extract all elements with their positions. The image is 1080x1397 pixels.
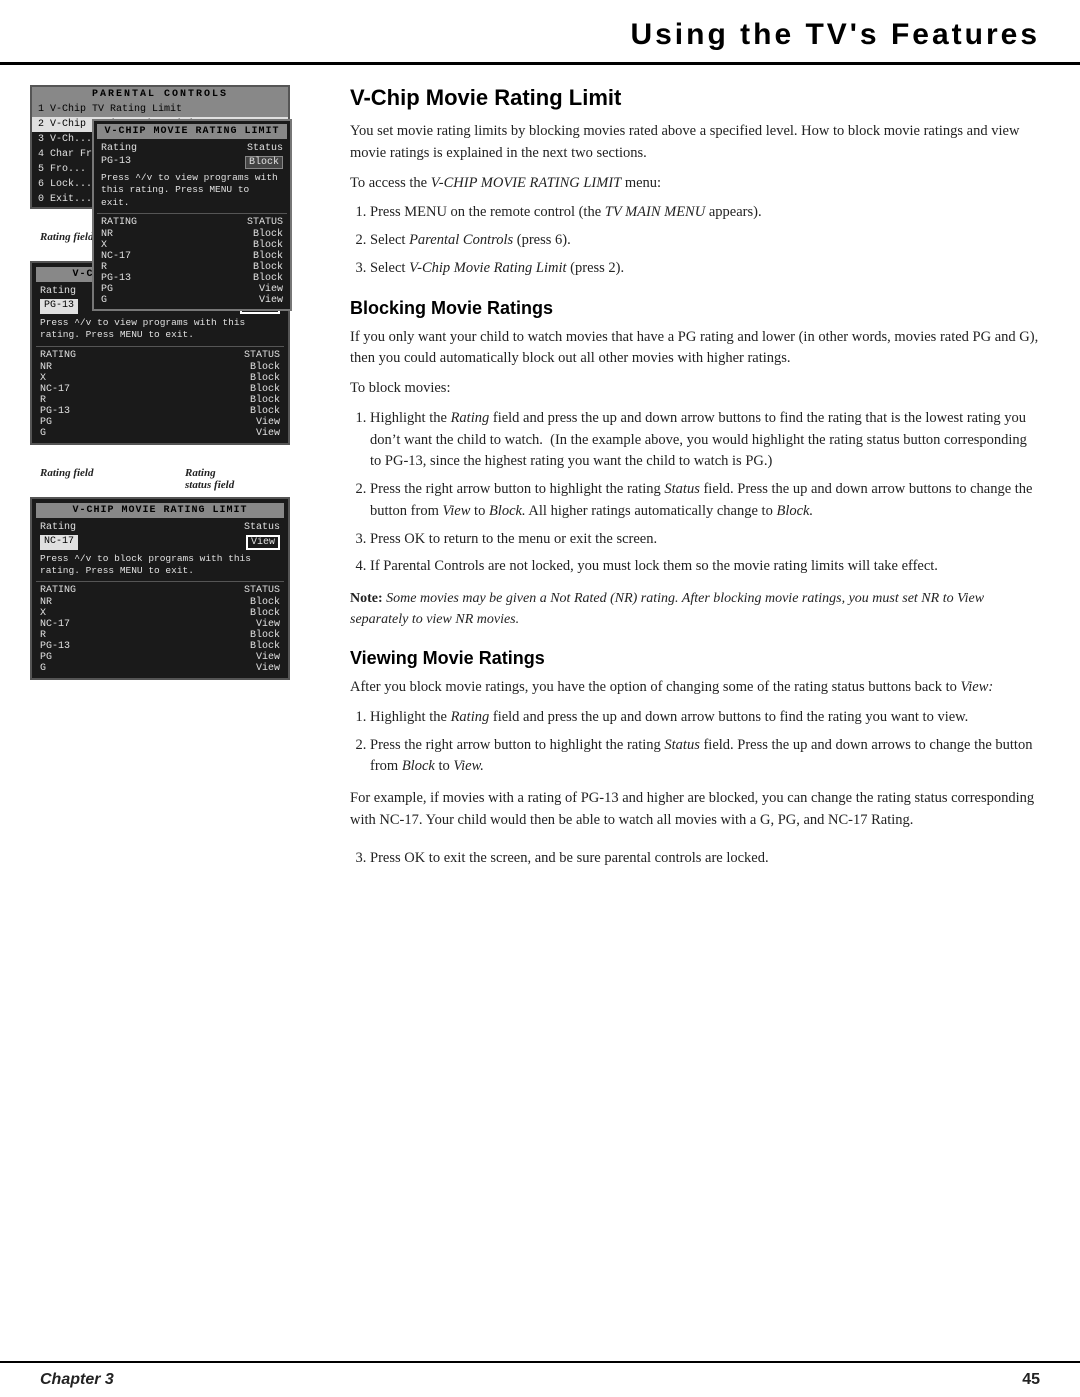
v-nr: NRBlock: [36, 597, 284, 608]
blocking-section-title: Blocking Movie Ratings: [350, 298, 1040, 319]
b-r: RBlock: [36, 395, 284, 406]
v-r: RBlock: [36, 630, 284, 641]
b-g: GView: [36, 428, 284, 439]
parental-menu-title: PARENTAL CONTROLS: [32, 87, 288, 102]
blocking-step-1: Highlight the Rating field and press the…: [370, 408, 1040, 473]
access-label: To access the V-CHIP MOVIE RATING LIMIT …: [350, 173, 1040, 195]
blocking-step-2: Press the right arrow button to highligh…: [370, 479, 1040, 523]
overlay-x: XBlock: [97, 240, 287, 251]
viewing-step-3: Press OK to exit the screen, and be sure…: [370, 848, 1040, 870]
viewing-example: For example, if movies with a rating of …: [350, 788, 1040, 832]
viewing-step-1: Highlight the Rating field and press the…: [370, 707, 1040, 729]
viewing-title: V-CHIP MOVIE RATING LIMIT: [36, 503, 284, 518]
overlay-header-row: RATING STATUS: [97, 216, 287, 229]
parental-controls-wrapper: PARENTAL CONTROLS 1 V-Chip TV Rating Lim…: [30, 85, 320, 209]
viewing-status-btn: View: [246, 535, 280, 550]
overlay-info: Press ^/v to view programs with this rat…: [97, 170, 287, 211]
v-pg13: PG-13Block: [36, 641, 284, 652]
screenshot-group-1: PARENTAL CONTROLS 1 V-Chip TV Rating Lim…: [30, 85, 320, 209]
overlay-col-status: Status: [247, 143, 283, 154]
right-column: V-Chip Movie Rating Limit You set movie …: [350, 85, 1040, 879]
viewing-step-2: Press the right arrow button to highligh…: [370, 735, 1040, 779]
parental-menu-screen: PARENTAL CONTROLS 1 V-Chip TV Rating Lim…: [30, 85, 290, 209]
access-step-2: Select Parental Controls (press 6).: [370, 230, 1040, 252]
footer-page: 45: [1022, 1371, 1040, 1389]
overlay-nc17: NC-17Block: [97, 251, 287, 262]
overlay-current-rating: PG-13: [101, 156, 131, 169]
overlay-pg: PGView: [97, 284, 287, 295]
viewing-header-row: RATING STATUS: [36, 584, 284, 597]
page-header: Using the TV's Features: [0, 0, 1080, 65]
v-nc17: NC-17View: [36, 619, 284, 630]
overlay-block-btn: Block: [245, 156, 283, 169]
viewing-step3-list: Press OK to exit the screen, and be sure…: [370, 848, 1040, 870]
v-pg: PGView: [36, 652, 284, 663]
field-labels-3: Rating field Rating status field: [30, 467, 320, 495]
blocking-step-4: If Parental Controls are not locked, you…: [370, 556, 1040, 578]
vchip-intro: You set movie rating limits by blocking …: [350, 121, 1040, 165]
b-nc17: NC-17Block: [36, 384, 284, 395]
status-field-label-3: status field: [185, 479, 234, 491]
viewing-col-headers: Rating Status: [36, 521, 284, 534]
rating-field-label: Rating field: [40, 231, 93, 243]
access-steps: Press MENU on the remote control (the TV…: [370, 202, 1040, 279]
v-g: GView: [36, 663, 284, 674]
overlay-pg13: PG-13Block: [97, 273, 287, 284]
blocking-note: Note: Some movies may be given a Not Rat…: [350, 588, 1040, 630]
overlay-col-rating: Rating: [101, 143, 137, 154]
overlay-title: V-CHIP MOVIE RATING LIMIT: [97, 124, 287, 139]
blocking-info: Press ^/v to view programs with this rat…: [36, 315, 284, 344]
rating-label-3: Rating: [185, 467, 216, 479]
blocking-step-3: Press OK to return to the menu or exit t…: [370, 529, 1040, 551]
overlay-g: GView: [97, 295, 287, 306]
b-nr: NRBlock: [36, 362, 284, 373]
viewing-current-row: NC-17 View: [36, 534, 284, 551]
vchip-section-title: V-Chip Movie Rating Limit: [350, 85, 1040, 111]
viewing-section-title: Viewing Movie Ratings: [350, 648, 1040, 669]
b-x: XBlock: [36, 373, 284, 384]
blocking-intro: If you only want your child to watch mov…: [350, 327, 1040, 371]
main-content: PARENTAL CONTROLS 1 V-Chip TV Rating Lim…: [0, 65, 1080, 899]
blocking-header-row: RATING STATUS: [36, 349, 284, 362]
b-pg13: PG-13Block: [36, 406, 284, 417]
v-x: XBlock: [36, 608, 284, 619]
viewing-intro: After you block movie ratings, you have …: [350, 677, 1040, 699]
page-title: Using the TV's Features: [40, 18, 1040, 62]
screenshot-group-3: Rating field Rating status field V-CHIP …: [30, 467, 320, 681]
vchip-overlay-screen: V-CHIP MOVIE RATING LIMIT Rating Status …: [92, 119, 292, 311]
footer-chapter: Chapter 3: [40, 1371, 114, 1389]
overlay-nr: NRBlock: [97, 229, 287, 240]
blocking-rating-btn: PG-13: [40, 299, 78, 314]
page-footer: Chapter 3 45: [0, 1361, 1080, 1397]
b-pg: PGView: [36, 417, 284, 428]
viewing-steps: Highlight the Rating field and press the…: [370, 707, 1040, 778]
rating-field-label-3: Rating field: [40, 467, 93, 479]
overlay-current-row: PG-13 Block: [97, 155, 287, 170]
to-block-label: To block movies:: [350, 378, 1040, 400]
overlay-col-headers: Rating Status: [97, 142, 287, 155]
menu-item-1: 1 V-Chip TV Rating Limit: [32, 102, 288, 117]
access-step-1: Press MENU on the remote control (the TV…: [370, 202, 1040, 224]
viewing-rating-btn: NC-17: [40, 535, 78, 550]
viewing-info: Press ^/v to block programs with this ra…: [36, 551, 284, 580]
overlay-r: RBlock: [97, 262, 287, 273]
access-step-3: Select V-Chip Movie Rating Limit (press …: [370, 258, 1040, 280]
blocking-steps: Highlight the Rating field and press the…: [370, 408, 1040, 578]
left-column: PARENTAL CONTROLS 1 V-Chip TV Rating Lim…: [30, 85, 320, 879]
viewing-screen: V-CHIP MOVIE RATING LIMIT Rating Status …: [30, 497, 290, 681]
